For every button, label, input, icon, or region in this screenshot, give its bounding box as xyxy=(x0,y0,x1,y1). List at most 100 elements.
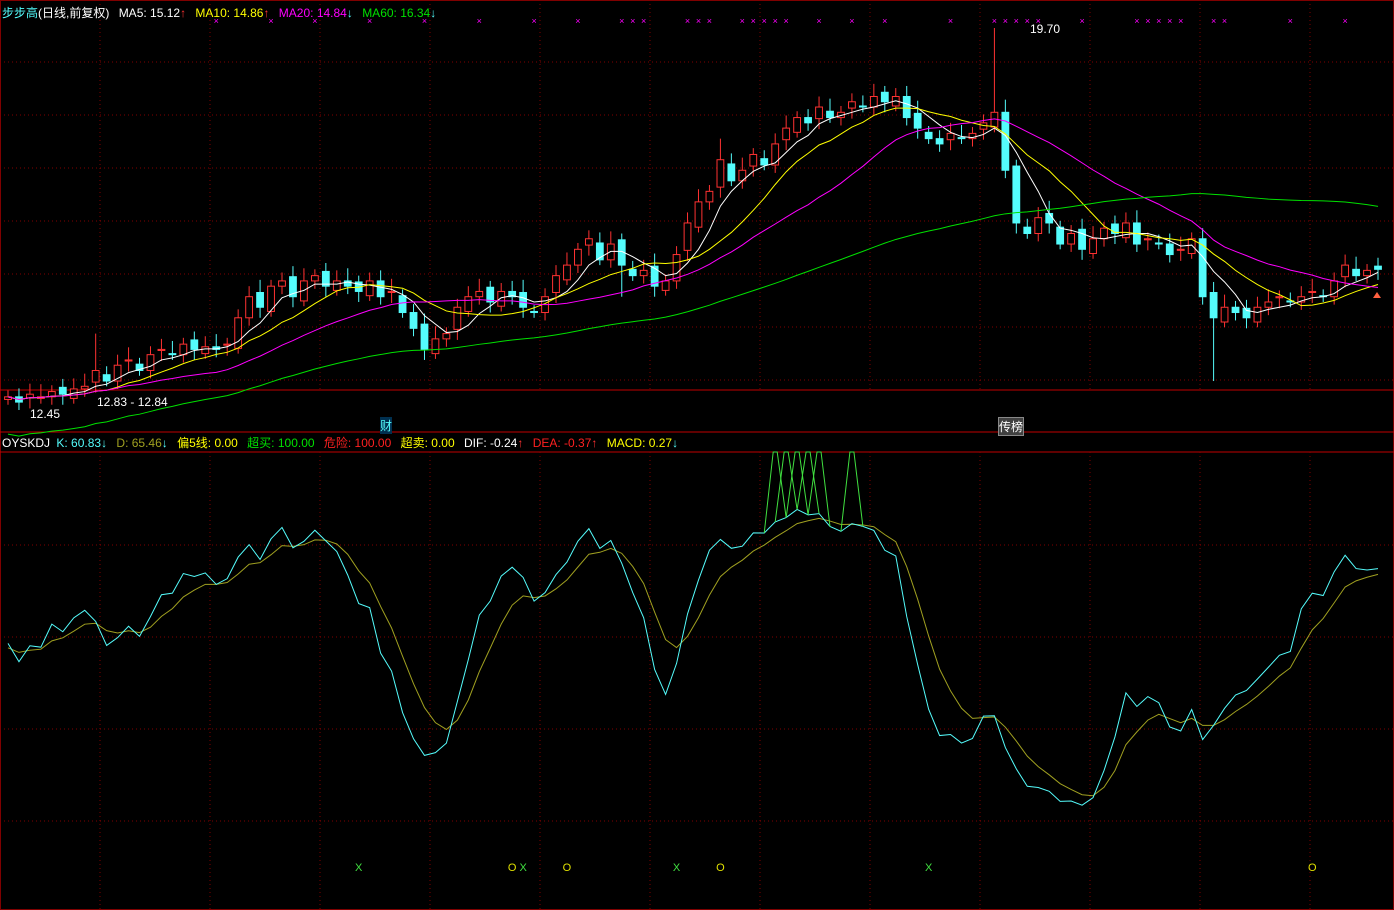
candle-body xyxy=(782,127,791,141)
candle-body xyxy=(80,385,89,390)
top-marker: × xyxy=(740,16,745,26)
dea-value: DEA: -0.37↑ xyxy=(532,436,598,450)
candle-body xyxy=(858,105,867,108)
candle-body xyxy=(727,163,736,182)
candle-body xyxy=(902,95,911,119)
top-marker: × xyxy=(641,16,646,26)
signal-o: O xyxy=(508,862,517,874)
ma20-line xyxy=(7,118,1379,400)
candle-body xyxy=(935,138,944,145)
top-marker: × xyxy=(575,16,580,26)
ma60-line xyxy=(7,193,1379,437)
signal-x: X xyxy=(925,862,933,874)
top-marker: × xyxy=(1288,16,1293,26)
top-marker: × xyxy=(773,16,778,26)
candle-body xyxy=(420,323,429,350)
candle-body xyxy=(409,312,418,329)
stock-chart[interactable]: × × × × × × × × × × × × × × × × × × × × × × × × × × × × × × × × × × × × × ×X O… xyxy=(0,0,1394,910)
candle-body xyxy=(332,280,341,291)
top-marker: × xyxy=(1211,16,1216,26)
top-marker: × xyxy=(948,16,953,26)
candle-body xyxy=(639,269,648,277)
candle-body xyxy=(584,238,593,246)
candle-body xyxy=(1209,292,1218,319)
signal-o: O xyxy=(716,862,725,874)
candle-body xyxy=(694,201,703,228)
top-marker: × xyxy=(531,16,536,26)
top-marker: × xyxy=(477,16,482,26)
candle-body xyxy=(957,137,966,140)
candle-body xyxy=(234,317,243,349)
candle-body xyxy=(563,264,571,281)
candle-body xyxy=(1089,238,1097,255)
candle-body xyxy=(310,275,319,282)
candle-body xyxy=(223,343,232,346)
candle-body xyxy=(1231,306,1240,314)
top-marker: × xyxy=(882,16,887,26)
k-line xyxy=(7,508,1379,806)
top-marker: × xyxy=(992,16,997,26)
candle-body xyxy=(880,91,889,103)
candle-body xyxy=(1308,290,1317,294)
top-marker: × xyxy=(1156,16,1161,26)
candle-body xyxy=(760,158,769,166)
candle-body xyxy=(946,132,955,141)
candle-body xyxy=(179,343,188,356)
event-marker-finance[interactable]: 财 xyxy=(380,417,393,434)
range-label: 12.83 - 12.84 xyxy=(97,395,168,409)
top-marker: × xyxy=(696,16,701,26)
ma5-label: MA5: 15.12↑ xyxy=(118,6,187,20)
top-marker: × xyxy=(1178,16,1183,26)
candle-body xyxy=(530,310,538,314)
candle-body xyxy=(1374,265,1382,270)
candle-body xyxy=(1034,217,1043,234)
stock-name: 步步高 xyxy=(2,6,39,20)
candle-body xyxy=(1176,248,1185,251)
candle-body xyxy=(519,292,528,308)
top-marker: × xyxy=(619,16,624,26)
candle-body xyxy=(1100,227,1108,240)
low-price-label: 12.45 xyxy=(30,407,61,421)
candle-body xyxy=(924,131,933,140)
candle-body xyxy=(826,110,834,119)
top-marker: × xyxy=(1003,16,1008,26)
triangle-marker xyxy=(1373,292,1381,298)
top-marker: × xyxy=(630,16,635,26)
top-marker: × xyxy=(849,16,854,26)
candle-body xyxy=(1165,243,1174,256)
candle-body xyxy=(431,338,440,355)
signal-x: X xyxy=(519,862,527,874)
candle-body xyxy=(256,292,264,308)
candle-body xyxy=(1023,226,1032,234)
candle-body xyxy=(201,346,210,355)
top-marker: × xyxy=(685,16,690,26)
candle-body xyxy=(1012,165,1021,224)
top-marker: × xyxy=(707,16,712,26)
candle-body xyxy=(848,101,856,109)
event-marker-list[interactable]: 传榜 xyxy=(998,417,1025,436)
macd-value: MACD: 0.27↓ xyxy=(606,436,679,450)
oversell-value: 超卖: 0.00 xyxy=(400,436,455,450)
indicator-header: OYSKDJ K: 60.83↓ D: 65.46↓ 偏5线: 0.00 超买:… xyxy=(2,434,684,451)
ma20-label: MA20: 14.84↓ xyxy=(278,6,353,20)
candle-body xyxy=(804,117,812,124)
candle-body xyxy=(464,296,473,312)
candle-body xyxy=(705,190,714,203)
indicator-name: OYSKDJ xyxy=(2,436,51,450)
candle-body xyxy=(1056,226,1065,245)
candle-body xyxy=(1067,232,1076,245)
dif-value: DIF: -0.24↑ xyxy=(463,436,524,450)
candle-body xyxy=(869,95,878,108)
signal-x: X xyxy=(673,862,681,874)
candle-body xyxy=(628,268,637,277)
candle-body xyxy=(1220,306,1229,323)
candle-body xyxy=(1078,228,1086,250)
top-marker: × xyxy=(816,16,821,26)
signal-o: O xyxy=(1308,862,1317,874)
candle-body xyxy=(1045,212,1054,224)
candle-body xyxy=(716,159,725,188)
candle-body xyxy=(771,143,780,166)
candle-body xyxy=(245,296,254,319)
candle-body xyxy=(453,306,462,330)
top-marker: × xyxy=(1145,16,1150,26)
